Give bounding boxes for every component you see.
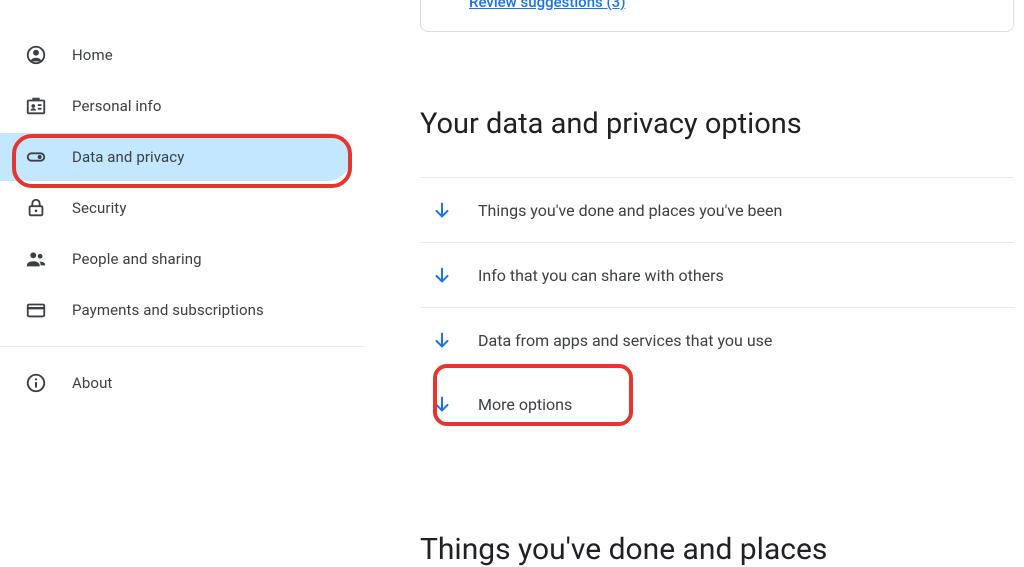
option-row-data-apps[interactable]: Data from apps and services that you use	[420, 307, 1014, 372]
sidebar-item-label: People and sharing	[72, 250, 202, 268]
option-label: Data from apps and services that you use	[478, 331, 772, 350]
info-icon	[24, 371, 48, 395]
arrow-down-icon	[430, 392, 454, 416]
sidebar-item-personal-info[interactable]: Personal info	[0, 82, 351, 130]
sidebar-item-label: Personal info	[72, 97, 162, 115]
divider	[0, 346, 365, 347]
review-suggestions-link[interactable]: Review suggestions (3)	[469, 0, 625, 11]
main-content: Review suggestions (3) Your data and pri…	[365, 0, 1024, 557]
arrow-down-icon	[430, 263, 454, 287]
sidebar-item-people-sharing[interactable]: People and sharing	[0, 235, 351, 283]
id-card-icon	[24, 94, 48, 118]
sidebar-item-label: Security	[72, 199, 127, 217]
section-title: Your data and privacy options	[420, 107, 1014, 141]
option-label: More options	[478, 395, 572, 414]
sidebar: Home Personal info Data and privacy Secu…	[0, 0, 365, 557]
people-icon	[24, 247, 48, 271]
option-row-things-done[interactable]: Things you've done and places you've bee…	[420, 177, 1014, 242]
toggle-icon	[24, 145, 48, 169]
next-section-heading: Things you've done and places	[420, 532, 1014, 567]
review-suggestions-card: Review suggestions (3)	[420, 0, 1014, 32]
sidebar-item-label: Data and privacy	[72, 148, 184, 166]
option-label: Things you've done and places you've bee…	[478, 201, 782, 220]
arrow-down-icon	[430, 198, 454, 222]
sidebar-item-label: Payments and subscriptions	[72, 301, 264, 319]
sidebar-item-data-privacy[interactable]: Data and privacy	[0, 133, 351, 181]
sidebar-item-about[interactable]: About	[0, 359, 351, 407]
arrow-down-icon	[430, 328, 454, 352]
sidebar-item-label: Home	[72, 46, 113, 64]
sidebar-item-home[interactable]: Home	[0, 31, 351, 79]
option-label: Info that you can share with others	[478, 266, 724, 285]
option-row-more-options[interactable]: More options	[420, 372, 1014, 436]
sidebar-item-payments[interactable]: Payments and subscriptions	[0, 286, 351, 334]
card-icon	[24, 298, 48, 322]
lock-icon	[24, 196, 48, 220]
sidebar-item-label: About	[72, 374, 112, 392]
sidebar-item-security[interactable]: Security	[0, 184, 351, 232]
home-icon	[24, 43, 48, 67]
option-row-info-share[interactable]: Info that you can share with others	[420, 242, 1014, 307]
